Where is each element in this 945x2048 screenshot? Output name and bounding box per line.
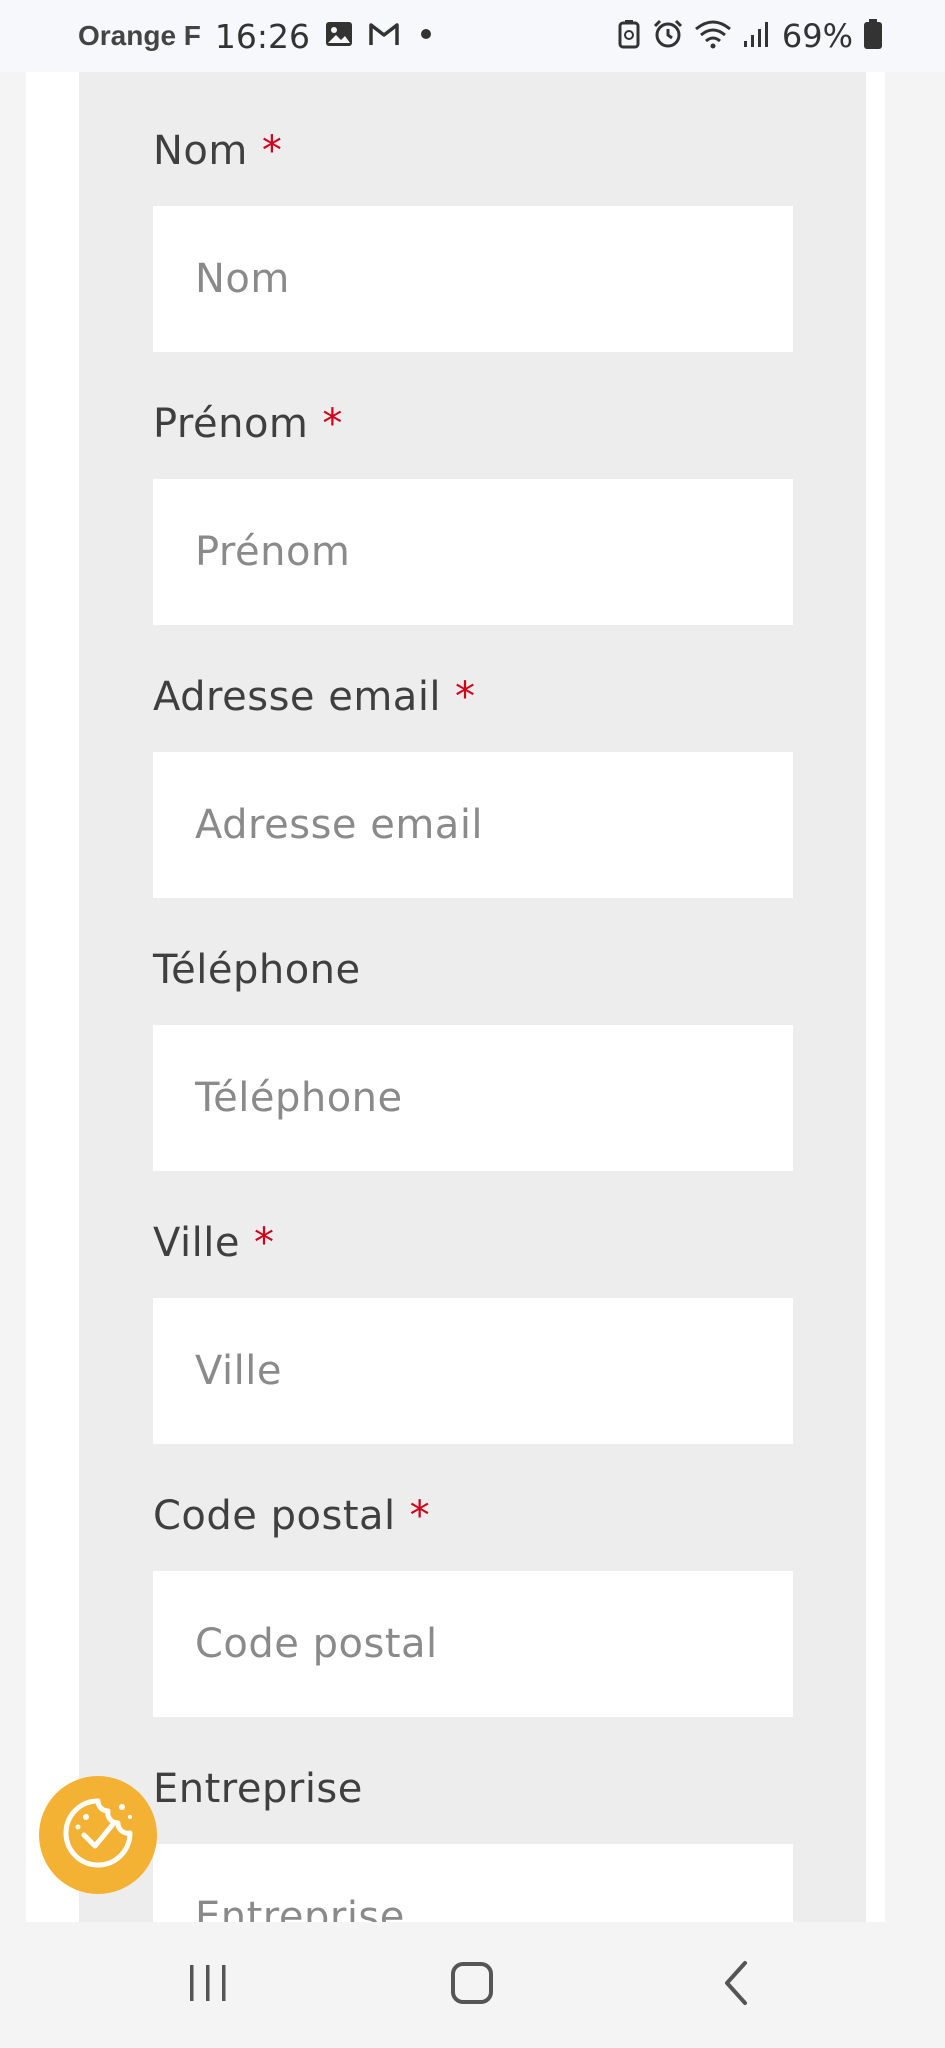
label-text: Ville — [153, 1220, 240, 1266]
back-icon — [717, 1959, 757, 2011]
email-input[interactable] — [153, 752, 793, 898]
required-marker: * — [409, 1493, 431, 1539]
recent-apps-button[interactable] — [148, 1922, 268, 2048]
gmail-icon — [368, 20, 400, 52]
label-text: Nom — [153, 128, 248, 174]
clock: 16:26 — [214, 16, 311, 56]
telephone-input[interactable] — [153, 1025, 793, 1171]
prenom-input[interactable] — [153, 479, 793, 625]
label-text: Adresse email — [153, 674, 442, 720]
nom-input[interactable] — [153, 206, 793, 352]
status-bar: Orange F 16:26 69% — [0, 0, 945, 72]
field-label-code-postal: Code postal * — [153, 1493, 430, 1539]
dot-icon — [414, 22, 438, 50]
ville-input[interactable] — [153, 1298, 793, 1444]
label-text: Code postal — [153, 1493, 396, 1539]
battery-icon — [863, 18, 883, 54]
back-button[interactable] — [677, 1922, 797, 2048]
system-nav-bar — [0, 1922, 945, 2048]
field-label-ville: Ville * — [153, 1220, 274, 1266]
field-label-nom: Nom * — [153, 128, 282, 174]
alarm-icon — [652, 18, 684, 54]
wifi-icon — [694, 18, 732, 54]
entreprise-input[interactable] — [153, 1844, 793, 1922]
label-text: Téléphone — [153, 947, 361, 993]
required-marker: * — [322, 401, 343, 447]
field-label-email: Adresse email * — [153, 674, 476, 720]
required-marker: * — [455, 674, 476, 720]
carrier-name: Orange F — [78, 20, 201, 51]
recent-apps-icon — [186, 1961, 230, 2009]
home-button[interactable] — [412, 1922, 532, 2048]
cookie-settings-button[interactable] — [39, 1776, 157, 1894]
field-label-telephone: Téléphone — [153, 947, 361, 993]
battery-saver-icon — [616, 18, 642, 54]
battery-percent: 69% — [781, 17, 853, 55]
signal-icon — [742, 19, 772, 53]
required-marker: * — [261, 128, 283, 174]
code-postal-input[interactable] — [153, 1571, 793, 1717]
label-text: Entreprise — [153, 1766, 363, 1812]
field-label-prenom: Prénom * — [153, 401, 343, 447]
cookie-check-icon — [58, 1793, 138, 1877]
home-icon — [448, 1959, 496, 2011]
required-marker: * — [253, 1220, 275, 1266]
gallery-icon — [324, 19, 354, 53]
field-label-entreprise: Entreprise — [153, 1766, 363, 1812]
label-text: Prénom — [153, 401, 309, 447]
